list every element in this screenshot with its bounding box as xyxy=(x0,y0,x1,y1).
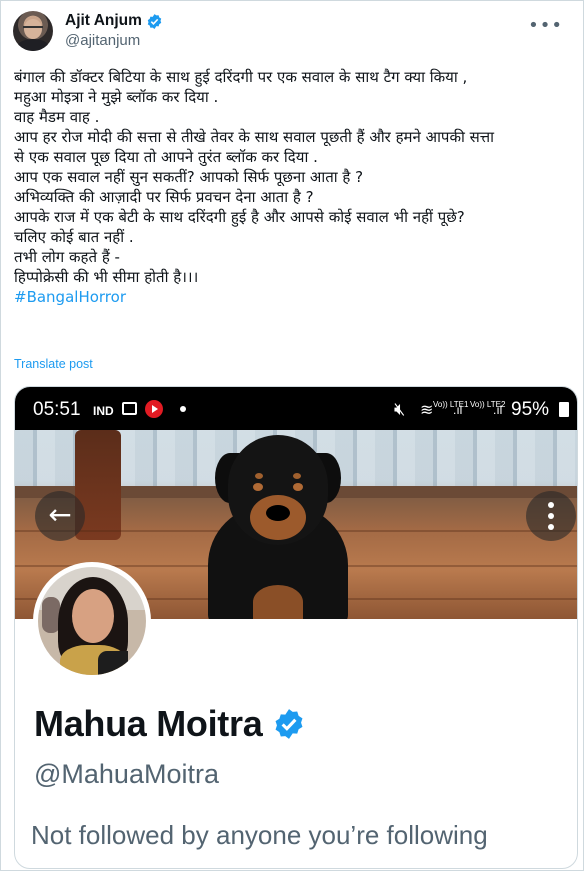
author-name-row: Ajit Anjum xyxy=(65,12,163,30)
tweet-line: आप एक सवाल नहीं सुन सकतीं? आपको सिर्फ पू… xyxy=(14,168,364,186)
author-avatar[interactable] xyxy=(13,11,53,51)
author-name[interactable]: Ajit Anjum xyxy=(65,12,142,30)
translate-post-link[interactable]: Translate post xyxy=(14,357,93,371)
youtube-icon xyxy=(145,400,163,418)
signal-bars-icon: .ıl xyxy=(453,403,463,417)
hashtag-link[interactable]: #BangalHorror xyxy=(14,287,574,307)
tweet-line: बंगाल की डॉक्टर बिटिया के साथ हुई दरिंदग… xyxy=(14,68,468,86)
tweet-header: Ajit Anjum @ajitanjum ••• xyxy=(13,9,573,53)
tweet-line: वाह मैडम वाह . xyxy=(14,108,100,126)
profile-name-row: Mahua Moitra xyxy=(34,703,306,745)
more-horizontal-icon[interactable]: ••• xyxy=(528,15,563,36)
gallery-icon xyxy=(122,402,137,415)
tweet-line: तभी लोग कहते हैं - xyxy=(14,248,120,266)
more-vertical-icon[interactable] xyxy=(526,491,576,541)
puppy-image xyxy=(203,435,353,619)
profile-handle: @MahuaMoitra xyxy=(34,759,219,789)
lte1-indicator: Vo)) LTE1 xyxy=(433,400,469,409)
signal-bars-icon: .ıl xyxy=(493,403,503,417)
tweet-card: Ajit Anjum @ajitanjum ••• बंगाल की डॉक्ट… xyxy=(0,0,584,871)
tweet-line: आपके राज में एक बेटी के साथ दरिंदगी हुई … xyxy=(14,208,465,226)
status-time: 05:51 xyxy=(33,399,81,420)
tweet-line: से एक सवाल पूछ दिया तो आपने तुरंत ब्लॉक … xyxy=(14,148,318,166)
attached-screenshot[interactable]: 05:51 IND 🔇︎ ≋ Vo)) LTE1 .ıl Vo)) LTE2 .… xyxy=(14,386,578,869)
followers-you-know-note: Not followed by anyone you’re following xyxy=(31,820,488,850)
ind-carrier-icon: IND xyxy=(93,404,114,418)
verified-badge-icon xyxy=(275,709,303,739)
wifi-icon: ≋ xyxy=(420,402,434,419)
profile-name: Mahua Moitra xyxy=(34,703,263,744)
author-handle[interactable]: @ajitanjum xyxy=(65,32,140,49)
battery-percent: 95% xyxy=(511,399,550,420)
phone-status-bar: 05:51 IND 🔇︎ ≋ Vo)) LTE1 .ıl Vo)) LTE2 .… xyxy=(15,387,577,430)
verified-badge-icon xyxy=(147,13,162,29)
tweet-line: अभिव्यक्ति की आज़ादी पर सिर्फ प्रवचन देन… xyxy=(14,188,314,206)
tweet-line: चलिए कोई बात नहीं . xyxy=(14,228,134,246)
notification-dot-icon xyxy=(180,406,186,412)
tweet-line: आप हर रोज मोदी की सत्ता से तीखे तेवर के … xyxy=(14,128,495,146)
tweet-line: महुआ मोइत्रा ने मुझे ब्लॉक कर दिया . xyxy=(14,88,219,106)
mute-icon: 🔇︎ xyxy=(394,399,406,419)
profile-avatar[interactable] xyxy=(33,562,151,680)
back-arrow-icon[interactable]: ← xyxy=(35,491,85,541)
battery-icon xyxy=(559,402,569,417)
tweet-text: बंगाल की डॉक्टर बिटिया के साथ हुई दरिंदग… xyxy=(14,67,574,307)
tweet-line: हिप्पोक्रेसी की भी सीमा होती है।।। xyxy=(14,268,199,286)
